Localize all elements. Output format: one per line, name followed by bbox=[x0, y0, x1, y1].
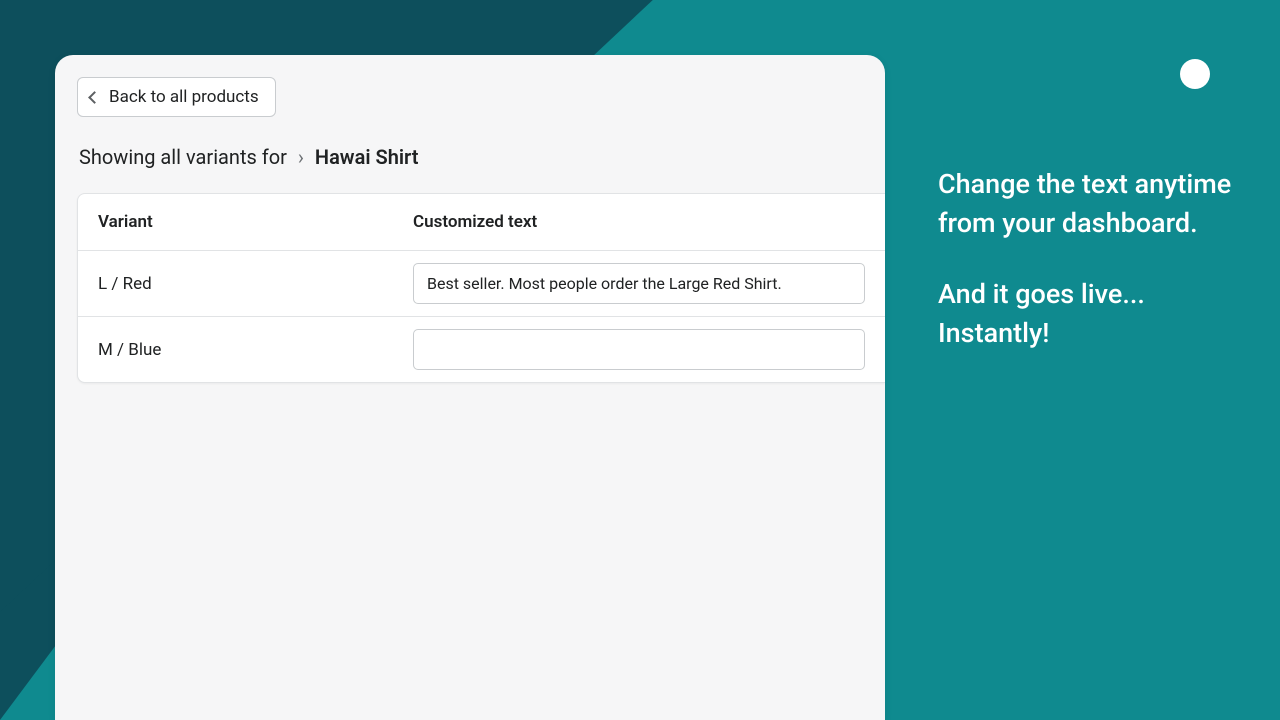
breadcrumb-separator: › bbox=[298, 145, 304, 169]
column-header-text: Customized text bbox=[413, 212, 865, 232]
variant-name: L / Red bbox=[98, 274, 413, 294]
dashboard-card: Back to all products Showing all variant… bbox=[55, 55, 885, 720]
customized-text-input[interactable] bbox=[413, 263, 865, 304]
promo-line-1: Change the text anytime from your dashbo… bbox=[938, 165, 1248, 243]
breadcrumb: Showing all variants for › Hawai Shirt bbox=[79, 145, 885, 169]
breadcrumb-product: Hawai Shirt bbox=[315, 145, 419, 169]
column-header-variant: Variant bbox=[98, 212, 413, 232]
back-button-label: Back to all products bbox=[109, 87, 259, 107]
promo-line-2: And it goes live... Instantly! bbox=[938, 275, 1248, 353]
table-header: Variant Customized text bbox=[78, 194, 885, 251]
variant-name: M / Blue bbox=[98, 340, 413, 360]
chevron-left-icon bbox=[88, 91, 101, 104]
table-row: L / Red bbox=[78, 251, 885, 317]
back-button[interactable]: Back to all products bbox=[77, 77, 276, 117]
decorative-dot bbox=[1180, 59, 1210, 89]
customized-text-input[interactable] bbox=[413, 329, 865, 370]
breadcrumb-prefix: Showing all variants for bbox=[79, 145, 287, 169]
variants-table: Variant Customized text L / Red M / Blue bbox=[77, 193, 885, 383]
table-row: M / Blue bbox=[78, 317, 885, 382]
promo-text: Change the text anytime from your dashbo… bbox=[938, 165, 1248, 386]
